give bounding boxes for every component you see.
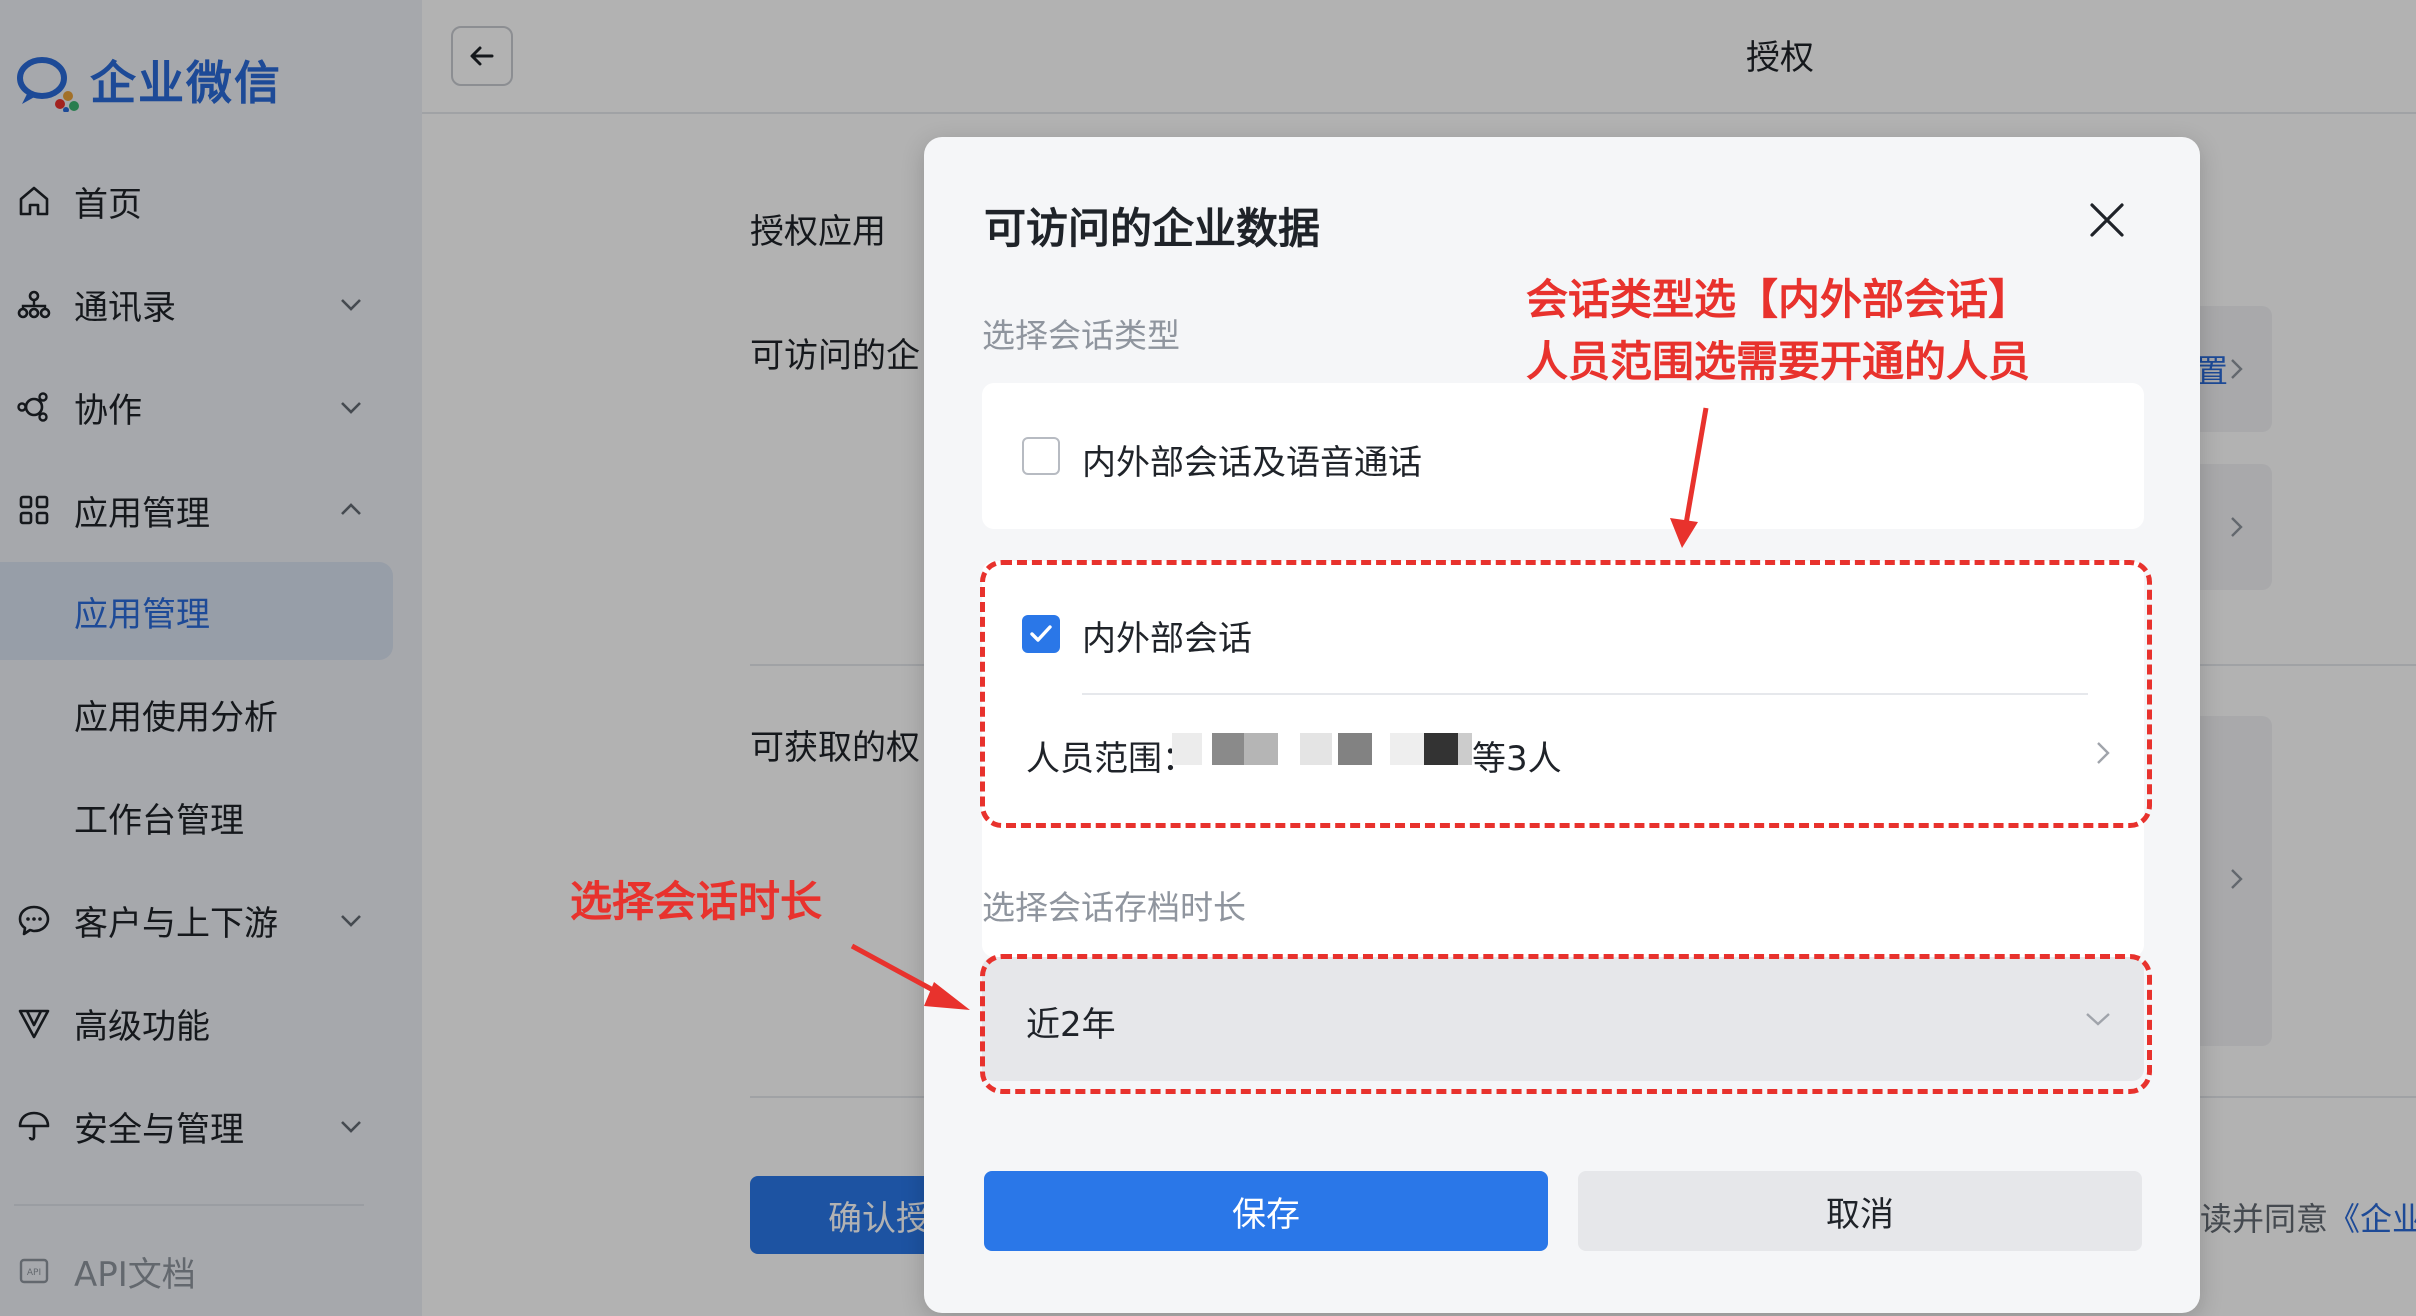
save-button[interactable]: 保存 (984, 1171, 1548, 1251)
section-label-session-type: 选择会话类型 (982, 316, 1180, 355)
annotation-note-top-line1: 会话类型选【内外部会话】 (1526, 275, 2031, 324)
annotation-note-left: 选择会话时长 (570, 877, 823, 926)
annotation-box-duration (980, 954, 2152, 1094)
annotation-note-top-line2: 人员范围选需要开通的人员 (1526, 337, 2031, 386)
option-card-voice[interactable]: 内外部会话及语音通话 (982, 383, 2144, 529)
dialog-title: 可访问的企业数据 (984, 204, 1321, 253)
cancel-button[interactable]: 取消 (1578, 1171, 2142, 1251)
section-label-duration: 选择会话存档时长 (982, 888, 1246, 927)
checkbox-voice[interactable] (1022, 437, 1060, 475)
annotation-box-session (980, 560, 2152, 828)
close-icon[interactable] (2084, 197, 2130, 243)
option-label-voice: 内外部会话及语音通话 (1082, 443, 1422, 483)
